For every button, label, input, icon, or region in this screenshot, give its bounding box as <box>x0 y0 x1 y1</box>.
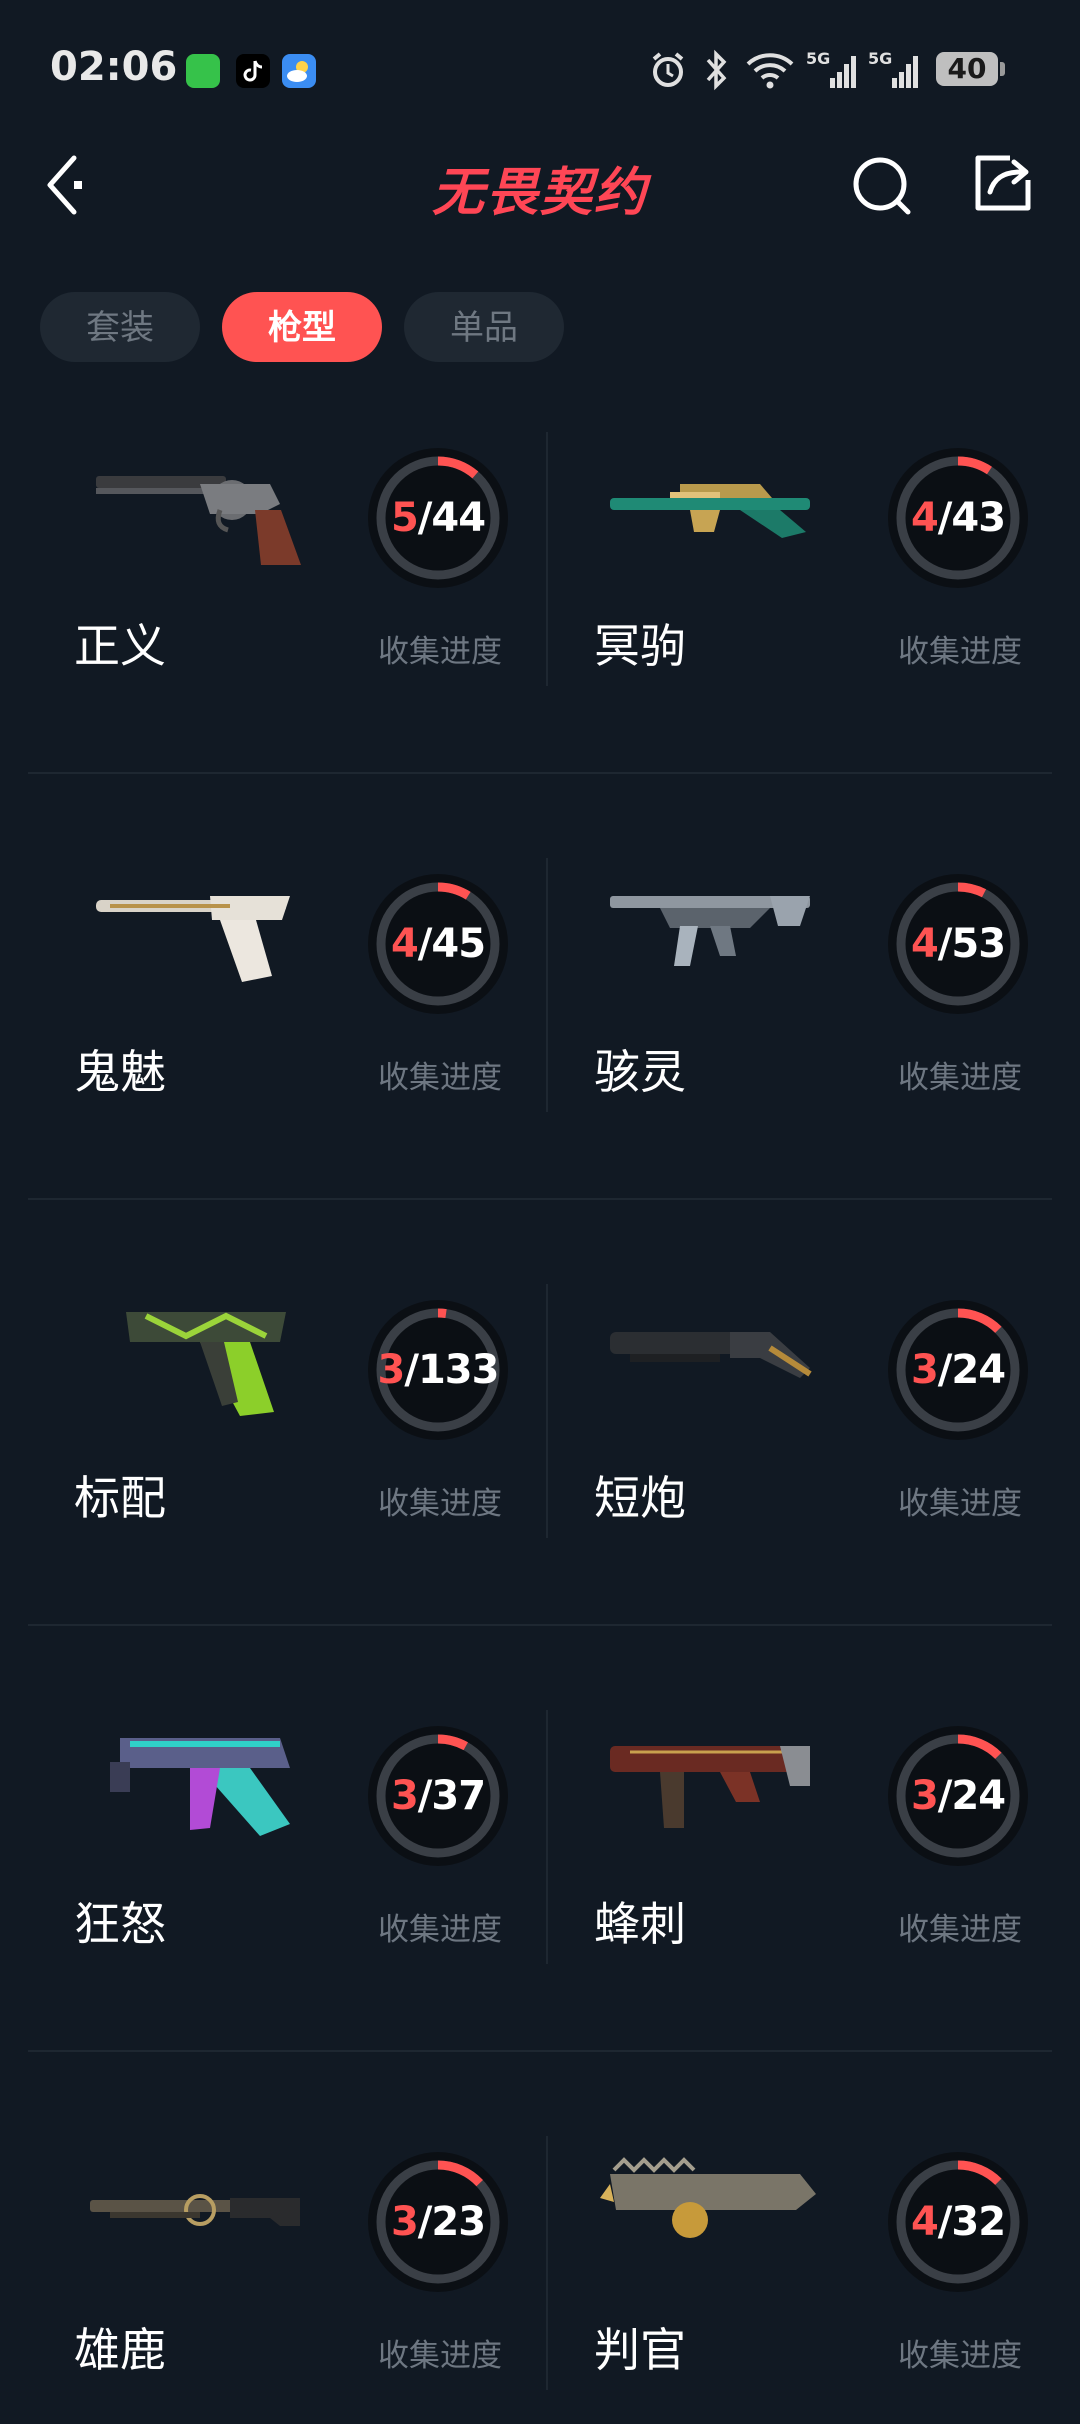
collected-count: 3 <box>377 1347 406 1393</box>
progress-label: 收集进度 <box>898 1486 1022 1522</box>
weapon-name: 短炮 <box>594 1471 686 1525</box>
status-time: 02:06 <box>50 44 178 90</box>
tiktok-icon <box>236 54 270 88</box>
wifi-icon <box>746 53 794 89</box>
share-button[interactable] <box>970 150 1036 216</box>
progress-label: 收集进度 <box>898 1912 1022 1948</box>
tab-single-items[interactable]: 单品 <box>404 292 564 362</box>
collected-count: 3 <box>390 1773 419 1819</box>
search-icon <box>853 157 911 215</box>
collected-count: 4 <box>910 495 939 541</box>
progress-count: 3/23 <box>390 2199 486 2245</box>
weather-app-icon <box>282 54 316 88</box>
row-divider <box>28 1624 1052 1626</box>
page-title: 无畏契约 <box>431 163 648 223</box>
weapon-card[interactable]: 冥驹 4/43 收集进度 <box>550 420 1070 720</box>
total-count: 53 <box>951 921 1006 967</box>
message-app-icon <box>186 54 220 88</box>
total-count: 32 <box>951 2199 1006 2245</box>
total-count: 24 <box>951 1347 1006 1393</box>
progress-label: 收集进度 <box>898 2338 1022 2374</box>
row-divider <box>28 1198 1052 1200</box>
progress-count: 4/53 <box>910 921 1006 967</box>
collected-count: 5 <box>390 495 419 541</box>
smg-image <box>610 1746 810 1828</box>
progress-label: 收集进度 <box>898 1060 1022 1096</box>
svg-text:5G: 5G <box>868 49 892 68</box>
total-count: 23 <box>431 2199 486 2245</box>
weapon-name: 骇灵 <box>594 1045 686 1099</box>
bucky-shotgun-image <box>90 2194 300 2226</box>
status-bar: 02:06 5G 5G 40 <box>0 0 1080 140</box>
weapon-name: 标配 <box>74 1471 166 1525</box>
collected-count: 4 <box>390 921 419 967</box>
total-count: 37 <box>431 1773 486 1819</box>
total-count: 24 <box>951 1773 1006 1819</box>
share-icon <box>975 155 1031 211</box>
alarm-icon <box>652 52 684 87</box>
total-count: 43 <box>951 495 1006 541</box>
weapon-name: 蜂刺 <box>594 1897 686 1951</box>
signal-5g-icon: 5G <box>806 49 856 88</box>
progress-count: 4/43 <box>910 495 1006 541</box>
row-divider <box>28 2050 1052 2052</box>
weapon-card[interactable]: 标配 3/133 收集进度 <box>30 1272 550 1572</box>
svg-text:5G: 5G <box>806 49 830 68</box>
shotgun-image <box>610 1332 812 1378</box>
weapon-card[interactable]: 雄鹿 3/23 收集进度 <box>30 2124 550 2424</box>
frenzy-pistol-image <box>110 1738 290 1836</box>
progress-count: 4/32 <box>910 2199 1006 2245</box>
weapon-name: 雄鹿 <box>74 2323 166 2377</box>
progress-count: 3/133 <box>377 1347 500 1393</box>
weapon-name: 鬼魅 <box>74 1045 166 1099</box>
revolver-image <box>96 476 301 565</box>
collected-count: 3 <box>910 1773 939 1819</box>
weapon-name: 狂怒 <box>74 1897 166 1951</box>
progress-count: 3/24 <box>910 1347 1006 1393</box>
total-count: 45 <box>431 921 486 967</box>
row-divider <box>28 772 1052 774</box>
battery-indicator: 40 <box>936 52 1005 86</box>
progress-label: 收集进度 <box>378 1912 502 1948</box>
judge-shotgun-image <box>600 2157 816 2238</box>
tab-weapon-types[interactable]: 枪型 <box>222 292 382 362</box>
weapon-card[interactable]: 正义 5/44 收集进度 <box>30 420 550 720</box>
progress-count: 5/44 <box>390 495 486 541</box>
weapon-card[interactable]: 骇灵 4/53 收集进度 <box>550 846 1070 1146</box>
rifle-image <box>610 896 810 966</box>
progress-count: 3/37 <box>390 1773 486 1819</box>
collected-count: 4 <box>910 2199 939 2245</box>
weapon-card[interactable]: 短炮 3/24 收集进度 <box>550 1272 1070 1572</box>
pistol-image <box>96 896 290 982</box>
progress-count: 4/45 <box>390 921 486 967</box>
weapon-name: 判官 <box>594 2323 686 2377</box>
collected-count: 3 <box>910 1347 939 1393</box>
progress-label: 收集进度 <box>378 1060 502 1096</box>
sniper-rifle-image <box>610 484 810 538</box>
weapon-card[interactable]: 鬼魅 4/45 收集进度 <box>30 846 550 1146</box>
total-count: 44 <box>431 495 486 541</box>
signal-5g-icon: 5G <box>868 49 918 88</box>
progress-label: 收集进度 <box>898 634 1022 670</box>
bluetooth-icon <box>706 49 727 91</box>
total-count: 133 <box>417 1347 499 1393</box>
weapon-card[interactable]: 蜂刺 3/24 收集进度 <box>550 1698 1070 1998</box>
weapon-name: 冥驹 <box>594 619 686 673</box>
progress-label: 收集进度 <box>378 1486 502 1522</box>
weapon-card[interactable]: 判官 4/32 收集进度 <box>550 2124 1070 2424</box>
progress-label: 收集进度 <box>378 634 502 670</box>
sidearm-image <box>126 1312 286 1416</box>
collected-count: 3 <box>390 2199 419 2245</box>
search-button[interactable] <box>850 152 916 218</box>
weapon-name: 正义 <box>74 619 166 673</box>
tab-suits[interactable]: 套装 <box>40 292 200 362</box>
progress-label: 收集进度 <box>378 2338 502 2374</box>
collected-count: 4 <box>910 921 939 967</box>
progress-count: 3/24 <box>910 1773 1006 1819</box>
weapon-card[interactable]: 狂怒 3/37 收集进度 <box>30 1698 550 1998</box>
